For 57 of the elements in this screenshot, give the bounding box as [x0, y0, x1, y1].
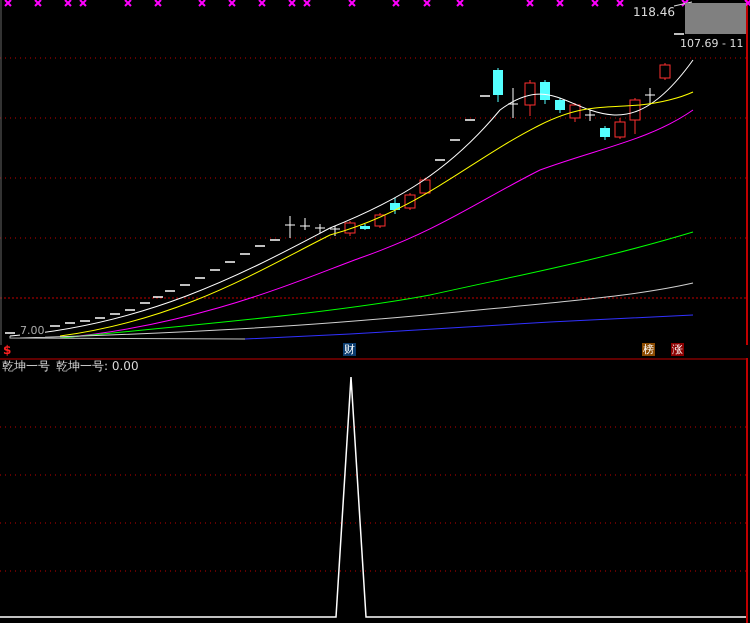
candlestick — [284, 216, 296, 238]
x-marker-icon — [228, 0, 236, 7]
price-dash — [450, 139, 460, 141]
x-marker-icon — [456, 0, 464, 7]
candlestick — [600, 126, 610, 140]
price-range-label: 107.69 - 11 — [680, 37, 744, 50]
x-marker-icon — [154, 0, 162, 7]
x-marker-icon — [64, 0, 72, 7]
candlestick — [540, 80, 550, 104]
x-marker-icon — [288, 0, 296, 7]
x-marker-icon — [34, 0, 42, 7]
info-box — [685, 3, 746, 34]
x-marker-icon — [4, 0, 12, 7]
event-tag[interactable]: 财 — [343, 343, 356, 356]
candlestick — [524, 80, 536, 116]
price-dash — [465, 119, 475, 121]
candlestick — [630, 98, 640, 134]
indicator-value: 乾坤一号: 0.00 — [56, 358, 139, 374]
x-marker-icon — [392, 0, 400, 7]
candlestick — [344, 220, 356, 236]
x-marker-icon — [198, 0, 206, 7]
candlestick — [493, 68, 503, 102]
indicator-name: 乾坤一号 — [2, 358, 50, 374]
candlestick — [314, 224, 326, 234]
event-tag[interactable]: 涨 — [671, 343, 684, 356]
candlestick — [570, 102, 580, 122]
x-marker-icon — [79, 0, 87, 7]
candlestick — [374, 212, 386, 228]
candlestick — [660, 62, 670, 80]
x-marker-icon — [348, 0, 356, 7]
x-marker-icon — [423, 0, 431, 7]
candlestick — [330, 226, 340, 236]
candlestick — [555, 98, 565, 114]
signal-mark: $ — [3, 343, 12, 357]
high-price-label: 118.46 — [633, 6, 675, 19]
x-marker-icon — [616, 0, 624, 7]
candlestick — [644, 88, 656, 104]
candlestick — [300, 218, 310, 230]
low-price-label: 7.00 — [20, 325, 44, 337]
x-marker-icon — [591, 0, 599, 7]
candlestick — [508, 88, 518, 118]
price-tick — [674, 33, 684, 35]
price-dash — [435, 159, 445, 161]
x-marker-icon — [303, 0, 311, 7]
price-dash — [5, 332, 15, 334]
candlestick — [360, 224, 370, 230]
event-tag[interactable]: 榜 — [642, 343, 655, 356]
price-dash — [480, 95, 490, 97]
candlestick — [584, 110, 596, 122]
candlestick — [404, 192, 416, 210]
candlestick — [420, 178, 430, 194]
candlestick — [390, 198, 400, 214]
x-marker-icon — [258, 0, 266, 7]
candlestick — [614, 118, 626, 140]
x-marker-icon — [526, 0, 534, 7]
x-marker-icon — [556, 0, 564, 7]
x-marker-icon — [124, 0, 132, 7]
